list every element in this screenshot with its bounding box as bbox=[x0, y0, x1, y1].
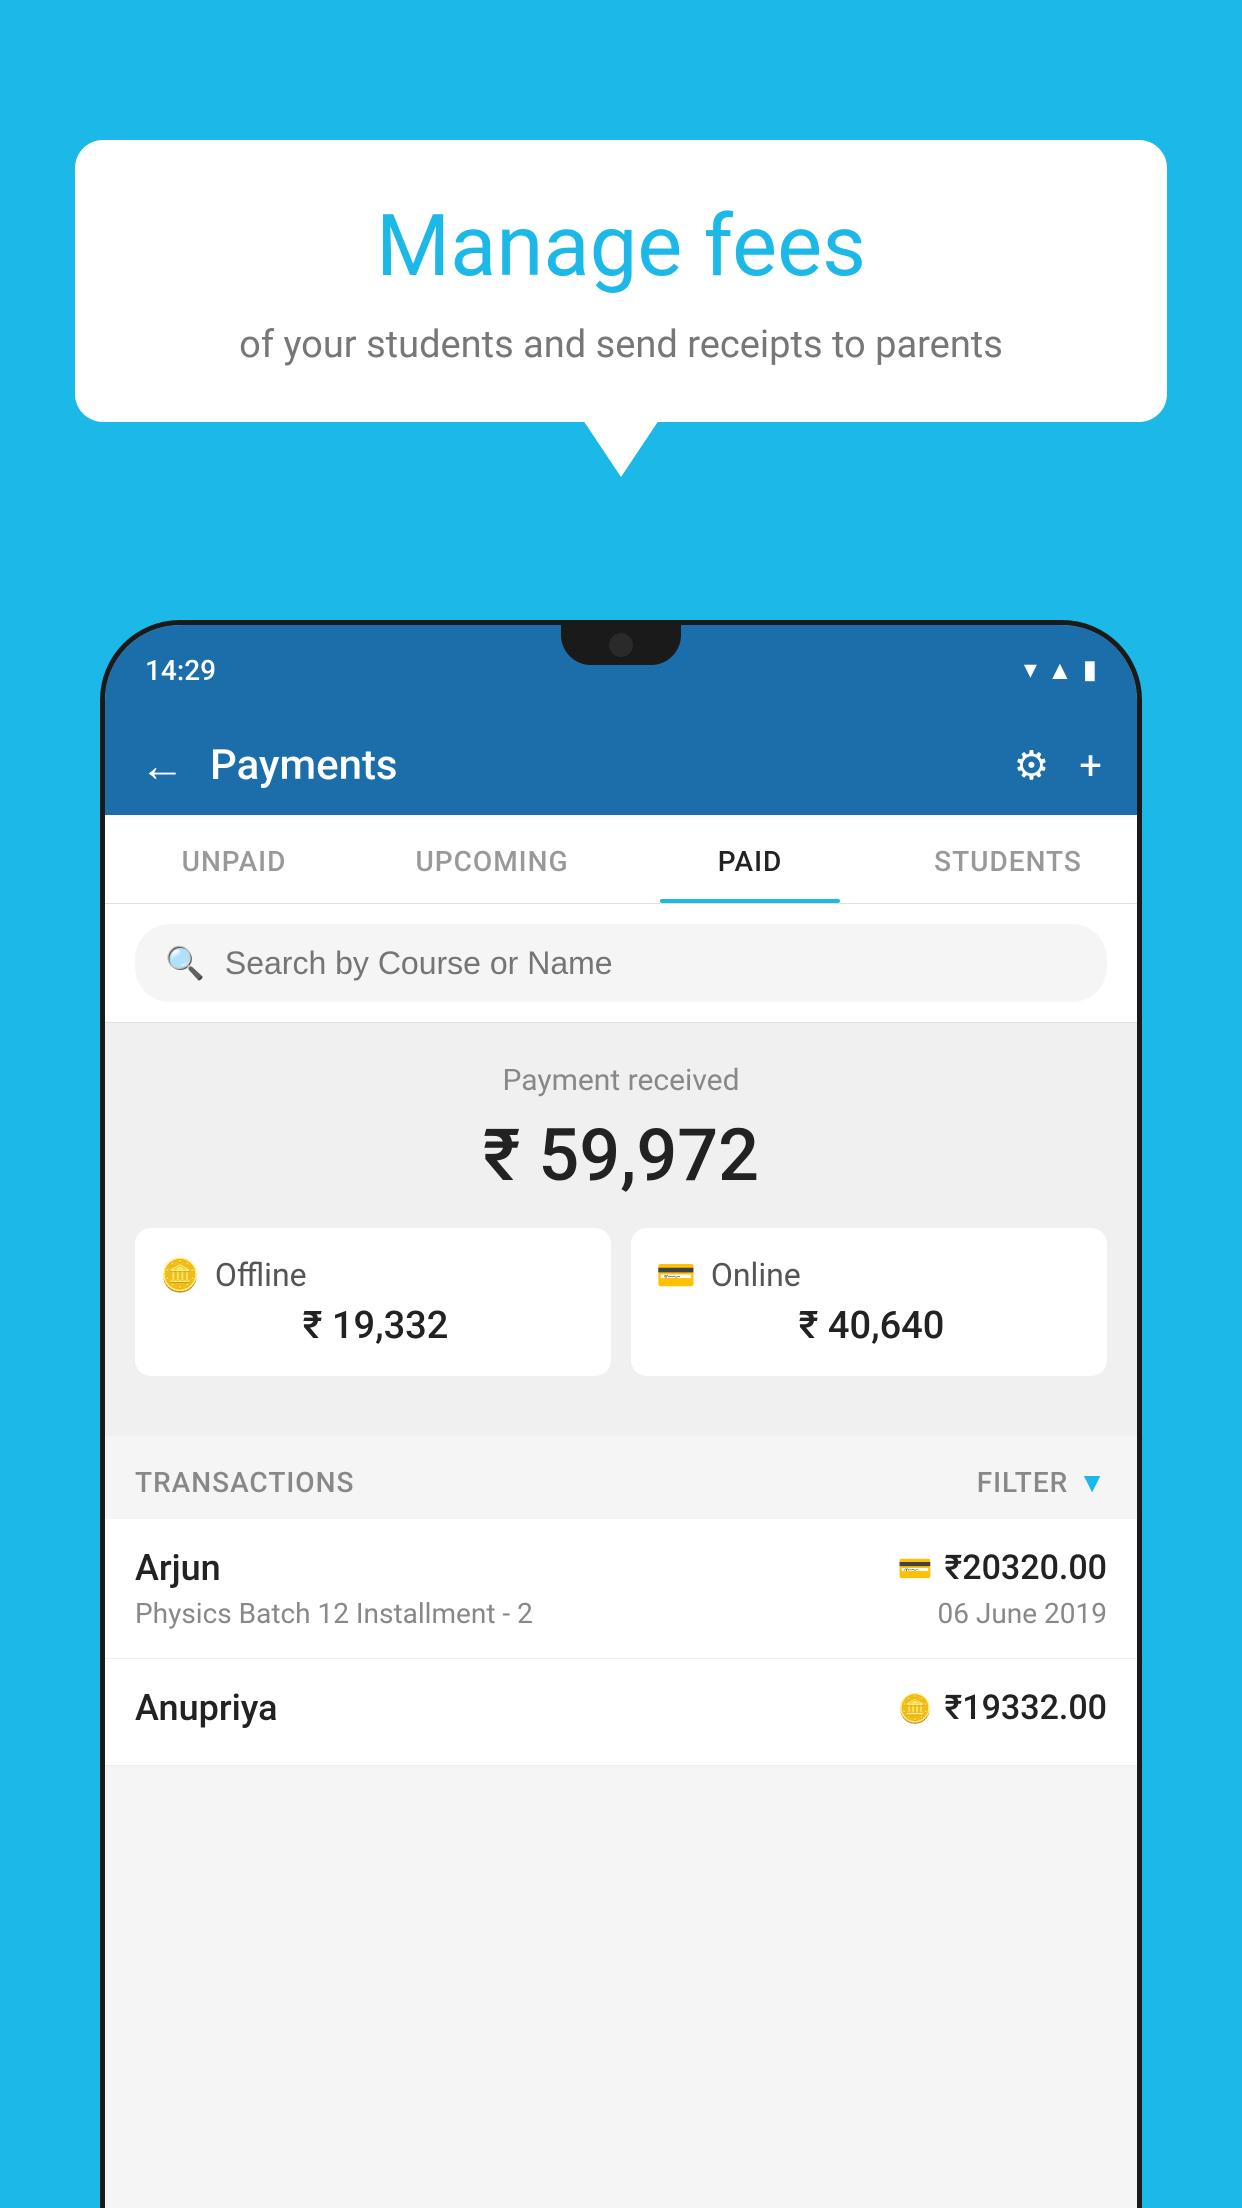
wifi-icon: ▾ bbox=[1024, 655, 1037, 685]
camera bbox=[609, 633, 633, 657]
add-icon[interactable]: + bbox=[1079, 742, 1102, 789]
filter-button[interactable]: FILTER ▼ bbox=[977, 1466, 1107, 1499]
search-container: 🔍 bbox=[105, 904, 1137, 1023]
search-input[interactable] bbox=[225, 945, 1077, 982]
transaction-top-arjun: Arjun 💳 ₹20320.00 bbox=[135, 1547, 1107, 1589]
offline-card-header: 🪙 Offline bbox=[160, 1256, 586, 1294]
filter-icon: ▼ bbox=[1078, 1466, 1107, 1499]
transaction-top-anupriya: Anupriya 🪙 ₹19332.00 bbox=[135, 1687, 1107, 1729]
status-icons: ▾ ▲ ▮ bbox=[1024, 655, 1097, 686]
phone-screen: 14:29 ▾ ▲ ▮ ← Payments ⚙ + UNPAID UPCOMI… bbox=[105, 625, 1137, 2208]
settings-icon[interactable]: ⚙ bbox=[1013, 742, 1049, 789]
offline-payment-icon: 🪙 bbox=[898, 1692, 933, 1725]
online-card: 💳 Online ₹ 40,640 bbox=[631, 1228, 1107, 1376]
amount-wrap-anupriya: 🪙 ₹19332.00 bbox=[898, 1688, 1107, 1728]
table-row[interactable]: Arjun 💳 ₹20320.00 Physics Batch 12 Insta… bbox=[105, 1519, 1137, 1659]
online-icon: 💳 bbox=[656, 1256, 696, 1294]
online-label: Online bbox=[711, 1256, 801, 1294]
back-button[interactable]: ← bbox=[140, 739, 185, 792]
bubble-subtitle: of your students and send receipts to pa… bbox=[125, 319, 1117, 372]
student-name-arjun: Arjun bbox=[135, 1547, 221, 1589]
offline-label: Offline bbox=[215, 1256, 307, 1294]
online-amount: ₹ 40,640 bbox=[656, 1304, 1082, 1348]
course-arjun: Physics Batch 12 Installment - 2 bbox=[135, 1597, 533, 1630]
signal-icon: ▲ bbox=[1047, 655, 1073, 686]
header-icons: ⚙ + bbox=[1013, 742, 1102, 789]
offline-amount: ₹ 19,332 bbox=[160, 1304, 586, 1348]
transactions-label: TRANSACTIONS bbox=[135, 1466, 354, 1499]
tab-upcoming[interactable]: UPCOMING bbox=[363, 815, 621, 903]
payment-cards: 🪙 Offline ₹ 19,332 💳 Online ₹ 40,640 bbox=[135, 1228, 1107, 1406]
payment-received-label: Payment received bbox=[135, 1063, 1107, 1098]
tab-paid[interactable]: PAID bbox=[621, 815, 879, 903]
online-card-header: 💳 Online bbox=[656, 1256, 1082, 1294]
search-bar[interactable]: 🔍 bbox=[135, 924, 1107, 1002]
student-name-anupriya: Anupriya bbox=[135, 1687, 278, 1729]
payment-summary: Payment received ₹ 59,972 🪙 Offline ₹ 19… bbox=[105, 1023, 1137, 1436]
transaction-amount-anupriya: ₹19332.00 bbox=[945, 1688, 1107, 1728]
app-title: Payments bbox=[210, 741, 1013, 790]
transaction-bottom-arjun: Physics Batch 12 Installment - 2 06 June… bbox=[135, 1597, 1107, 1630]
transactions-header: TRANSACTIONS FILTER ▼ bbox=[105, 1436, 1137, 1519]
status-bar: 14:29 ▾ ▲ ▮ bbox=[105, 625, 1137, 715]
payment-total: ₹ 59,972 bbox=[135, 1113, 1107, 1198]
online-payment-icon: 💳 bbox=[898, 1552, 933, 1585]
transaction-amount-arjun: ₹20320.00 bbox=[945, 1548, 1107, 1588]
battery-icon: ▮ bbox=[1083, 655, 1097, 685]
tabs-bar: UNPAID UPCOMING PAID STUDENTS bbox=[105, 815, 1137, 904]
amount-wrap-arjun: 💳 ₹20320.00 bbox=[898, 1548, 1107, 1588]
transaction-list: Arjun 💳 ₹20320.00 Physics Batch 12 Insta… bbox=[105, 1519, 1137, 1766]
status-time: 14:29 bbox=[145, 654, 216, 687]
offline-icon: 🪙 bbox=[160, 1256, 200, 1294]
search-icon: 🔍 bbox=[165, 944, 205, 982]
notch bbox=[561, 625, 681, 665]
date-arjun: 06 June 2019 bbox=[937, 1597, 1107, 1630]
bubble-title: Manage fees bbox=[125, 200, 1117, 294]
table-row[interactable]: Anupriya 🪙 ₹19332.00 bbox=[105, 1659, 1137, 1766]
speech-bubble: Manage fees of your students and send re… bbox=[75, 140, 1167, 422]
tab-students[interactable]: STUDENTS bbox=[879, 815, 1137, 903]
app-header: ← Payments ⚙ + bbox=[105, 715, 1137, 815]
offline-card: 🪙 Offline ₹ 19,332 bbox=[135, 1228, 611, 1376]
phone-frame: 14:29 ▾ ▲ ▮ ← Payments ⚙ + UNPAID UPCOMI… bbox=[100, 620, 1142, 2208]
filter-label: FILTER bbox=[977, 1466, 1069, 1499]
tab-unpaid[interactable]: UNPAID bbox=[105, 815, 363, 903]
